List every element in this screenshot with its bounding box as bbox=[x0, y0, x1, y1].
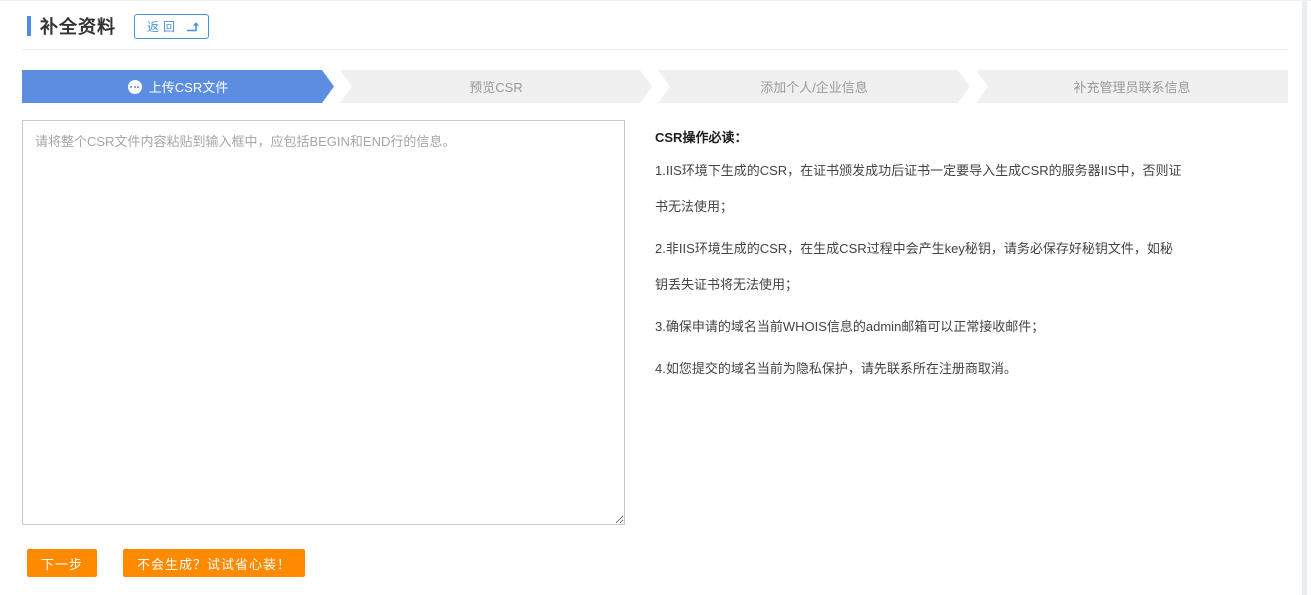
step-personal-company-info[interactable]: 添加个人/企业信息 bbox=[658, 70, 970, 103]
page-header: 补全资料 返回 bbox=[22, 14, 1288, 38]
csr-note-item: 4.如您提交的域名当前为隐私保护，请先联系所在注册商取消。 bbox=[655, 351, 1185, 387]
return-arrow-icon bbox=[186, 21, 200, 32]
main-content: CSR操作必读： 1.IIS环境下生成的CSR，在证书颁发成功后证书一定要导入生… bbox=[22, 120, 1288, 525]
csr-note-item: 1.IIS环境下生成的CSR，在证书颁发成功后证书一定要导入生成CSR的服务器I… bbox=[655, 153, 1185, 225]
step-admin-contact-info[interactable]: 补充管理员联系信息 bbox=[976, 70, 1288, 103]
csr-input-textarea[interactable] bbox=[22, 120, 625, 525]
completion-info-page: 补全资料 返回 上传CSR文件 预览CSR 添加个人/企业信息 补充管理员联系信… bbox=[0, 14, 1311, 577]
scrollbar-track[interactable] bbox=[1302, 1, 1307, 595]
csr-notes-panel: CSR操作必读： 1.IIS环境下生成的CSR，在证书颁发成功后证书一定要导入生… bbox=[655, 120, 1185, 393]
back-button-label: 返回 bbox=[147, 18, 179, 35]
title-accent-bar bbox=[27, 16, 31, 36]
back-button[interactable]: 返回 bbox=[134, 14, 209, 39]
wizard-stepper: 上传CSR文件 预览CSR 添加个人/企业信息 补充管理员联系信息 bbox=[22, 70, 1288, 103]
page-title: 补全资料 bbox=[40, 13, 116, 39]
step-label: 添加个人/企业信息 bbox=[760, 77, 868, 96]
header-divider bbox=[22, 49, 1288, 50]
step-label: 上传CSR文件 bbox=[149, 77, 228, 96]
csr-note-item: 3.确保申请的域名当前WHOIS信息的admin邮箱可以正常接收邮件； bbox=[655, 309, 1185, 345]
form-actions: 下一步 不会生成？试试省心装！ bbox=[22, 549, 1288, 577]
step-label: 补充管理员联系信息 bbox=[1073, 77, 1190, 96]
next-step-button[interactable]: 下一步 bbox=[27, 549, 97, 577]
step-preview-csr[interactable]: 预览CSR bbox=[340, 70, 652, 103]
step-upload-csr[interactable]: 上传CSR文件 bbox=[22, 70, 334, 103]
csr-notes-title: CSR操作必读： bbox=[655, 123, 1185, 153]
csr-note-item: 2.非IIS环境生成的CSR，在生成CSR过程中会产生key秘钥，请务必保存好秘… bbox=[655, 231, 1185, 303]
step-label: 预览CSR bbox=[469, 77, 522, 96]
easy-install-button[interactable]: 不会生成？试试省心装！ bbox=[123, 549, 305, 577]
ellipsis-bubble-icon bbox=[128, 80, 142, 94]
